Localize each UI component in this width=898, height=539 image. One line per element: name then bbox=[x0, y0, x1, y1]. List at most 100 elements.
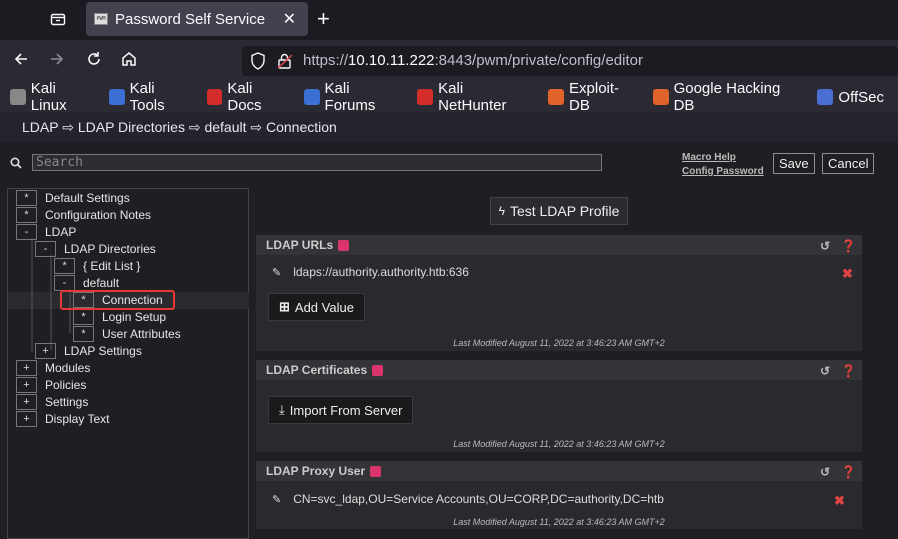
bookmark-item[interactable]: Kali Forums bbox=[303, 80, 404, 114]
tree-toggle[interactable]: * bbox=[16, 189, 37, 206]
kali-forums-icon bbox=[303, 89, 320, 105]
edit-help-icon[interactable] bbox=[338, 239, 350, 251]
tree-item[interactable]: * { Edit List } bbox=[54, 257, 140, 274]
ldap-url-value[interactable]: ldaps://authority.authority.htb:636 bbox=[293, 265, 469, 279]
tree-toggle[interactable]: * bbox=[54, 257, 75, 274]
bookmark-item[interactable]: Google Hacking DB bbox=[652, 80, 804, 114]
forward-icon[interactable] bbox=[48, 50, 66, 73]
tree-item[interactable]: + LDAP Settings bbox=[35, 342, 142, 359]
close-tab-icon[interactable]: ✕ bbox=[283, 9, 296, 29]
bookmark-item[interactable]: Exploit-DB bbox=[548, 80, 639, 114]
tree-toggle[interactable]: * bbox=[16, 206, 37, 223]
help-icon[interactable]: ❓ bbox=[841, 364, 856, 378]
insecure-lock-icon[interactable] bbox=[276, 52, 294, 75]
tree-item-label: { Edit List } bbox=[83, 258, 141, 273]
tree-item[interactable]: * Configuration Notes bbox=[16, 206, 151, 223]
url-prefix: https:// bbox=[303, 52, 349, 69]
tree-toggle[interactable]: - bbox=[54, 274, 75, 291]
bookmark-label: Kali NetHunter bbox=[438, 80, 507, 114]
url-path: :8443/pwm/private/config/editor bbox=[434, 52, 643, 69]
cancel-button[interactable]: Cancel bbox=[822, 153, 875, 174]
test-ldap-profile-button[interactable]: ϟ Test LDAP Profile bbox=[490, 197, 628, 225]
last-modified-text: Last Modified August 11, 2022 at 3:46:23… bbox=[453, 517, 665, 527]
ldap-proxy-user-section: LDAP Proxy User ↺ ❓ ✎ CN=svc_ldap,OU=Ser… bbox=[256, 461, 862, 529]
tree-toggle[interactable]: + bbox=[16, 410, 37, 427]
help-icon[interactable]: ❓ bbox=[841, 239, 856, 253]
url-text[interactable]: https://10.10.11.222:8443/pwm/private/co… bbox=[303, 52, 643, 69]
bookmark-item[interactable]: Kali Linux bbox=[10, 80, 95, 114]
tree-item[interactable]: * Login Setup bbox=[73, 308, 166, 325]
reset-icon[interactable]: ↺ bbox=[820, 239, 830, 253]
tree-toggle[interactable]: + bbox=[16, 393, 37, 410]
edit-help-icon[interactable] bbox=[372, 364, 384, 376]
browser-tab[interactable]: PWM Password Self Service ✕ bbox=[86, 2, 308, 36]
editor-toolbar: Search Macro Help Config Password Save C… bbox=[0, 142, 898, 182]
url-bar[interactable]: https://10.10.11.222:8443/pwm/private/co… bbox=[242, 46, 898, 76]
bookmark-label: Kali Forums bbox=[324, 80, 376, 114]
tree-toggle[interactable]: * bbox=[73, 308, 94, 325]
tree-toggle[interactable]: - bbox=[16, 223, 37, 240]
download-icon: ⤓ bbox=[279, 402, 285, 417]
tree-item[interactable]: + Modules bbox=[16, 359, 90, 376]
search-input[interactable]: Search bbox=[32, 154, 602, 171]
tree-item-label: Modules bbox=[45, 360, 91, 375]
shield-icon[interactable] bbox=[250, 52, 266, 75]
tab-list-button[interactable] bbox=[46, 8, 70, 30]
tree-item-label: Settings bbox=[45, 394, 89, 409]
tree-item-label: Default Settings bbox=[45, 190, 130, 205]
tree-item[interactable]: + Policies bbox=[16, 376, 86, 393]
exploit-db-icon bbox=[548, 89, 565, 105]
pwm-favicon-icon: PWM bbox=[94, 13, 108, 25]
help-icon[interactable]: ❓ bbox=[841, 465, 856, 479]
ldap-urls-section: LDAP URLs ↺ ❓ ✎ ldaps://authority.author… bbox=[256, 235, 862, 351]
tree-item-label: LDAP Settings bbox=[64, 343, 142, 358]
back-icon[interactable] bbox=[12, 50, 30, 73]
pencil-icon[interactable]: ✎ bbox=[272, 493, 281, 506]
bookmark-item[interactable]: Kali Tools bbox=[108, 80, 193, 114]
tree-item[interactable]: - LDAP Directories bbox=[35, 240, 156, 257]
edit-help-icon[interactable] bbox=[370, 465, 382, 477]
config-password-link[interactable]: Config Password bbox=[682, 165, 764, 179]
bookmark-item[interactable]: OffSec bbox=[817, 89, 884, 106]
remove-value-icon[interactable]: ✖ bbox=[834, 493, 845, 509]
bookmark-label: Kali Linux bbox=[30, 80, 67, 114]
connection-highlight-box bbox=[60, 290, 175, 310]
tab-title: Password Self Service bbox=[115, 11, 266, 28]
proxy-user-value[interactable]: CN=svc_ldap,OU=Service Accounts,OU=CORP,… bbox=[293, 492, 664, 506]
ldap-proxy-user-header: LDAP Proxy User ↺ ❓ bbox=[256, 461, 862, 481]
ldap-certificates-title: LDAP Certificates bbox=[266, 363, 368, 377]
tree-item[interactable]: + Display Text bbox=[16, 410, 109, 427]
navigation-bar: https://10.10.11.222:8443/pwm/private/co… bbox=[0, 40, 898, 82]
reset-icon[interactable]: ↺ bbox=[820, 465, 830, 479]
tree-item[interactable]: - LDAP bbox=[16, 223, 76, 240]
bookmarks-toolbar: Kali Linux Kali Tools Kali Docs Kali Forums… bbox=[0, 80, 898, 114]
tree-toggle[interactable]: + bbox=[35, 342, 56, 359]
tree-toggle[interactable]: + bbox=[16, 376, 37, 393]
macro-help-link[interactable]: Macro Help bbox=[682, 151, 764, 165]
reload-icon[interactable] bbox=[85, 50, 103, 73]
bookmark-label: Google Hacking DB bbox=[673, 80, 781, 114]
tree-item[interactable]: - default bbox=[54, 274, 119, 291]
tree-item[interactable]: * User Attributes bbox=[73, 325, 181, 342]
pencil-icon[interactable]: ✎ bbox=[272, 266, 281, 279]
tree-item[interactable]: * Default Settings bbox=[16, 189, 130, 206]
bookmark-label: OffSec bbox=[838, 88, 884, 106]
kali-nethunter-icon bbox=[417, 89, 434, 105]
home-icon[interactable] bbox=[120, 50, 138, 73]
tree-toggle[interactable]: + bbox=[16, 359, 37, 376]
page-header: LDAP ⇨ LDAP Directories ⇨ default ⇨ Conn… bbox=[0, 112, 898, 142]
save-button[interactable]: Save bbox=[773, 153, 815, 174]
import-from-server-button[interactable]: ⤓ Import From Server bbox=[268, 396, 414, 424]
reset-icon[interactable]: ↺ bbox=[820, 364, 830, 378]
bookmark-item[interactable]: Kali Docs bbox=[206, 80, 290, 114]
ldap-certificates-section: LDAP Certificates ↺ ❓ ⤓ Import From Serv… bbox=[256, 360, 862, 452]
tree-toggle[interactable]: * bbox=[73, 325, 94, 342]
bookmark-item[interactable]: Kali NetHunter bbox=[417, 80, 534, 114]
tree-item[interactable]: + Settings bbox=[16, 393, 88, 410]
last-modified-text: Last Modified August 11, 2022 at 3:46:23… bbox=[453, 338, 665, 348]
remove-value-icon[interactable]: ✖ bbox=[842, 266, 853, 282]
add-value-button[interactable]: ⊞ Add Value bbox=[268, 293, 365, 321]
new-tab-icon[interactable]: + bbox=[317, 6, 330, 32]
kali-dragon-icon bbox=[10, 89, 26, 105]
tree-toggle[interactable]: - bbox=[35, 240, 56, 257]
